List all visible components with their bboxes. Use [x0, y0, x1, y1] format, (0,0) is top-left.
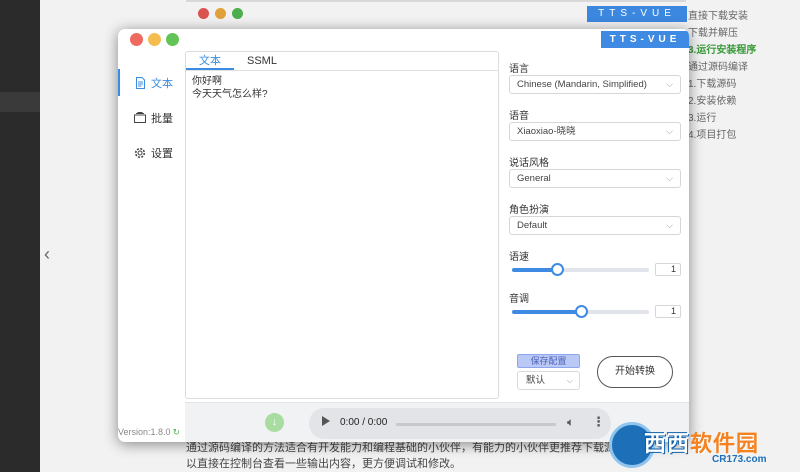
close-window-button[interactable]: [130, 33, 143, 46]
chevron-down-icon: ⌵: [666, 173, 673, 183]
background-step[interactable]: 4.项目打包: [688, 127, 798, 144]
settings-panel: 语言 Chinese (Mandarin, Simplified) ⌵ 语音 Xi…: [500, 51, 689, 399]
background-step[interactable]: 1.下载源码: [688, 76, 798, 93]
download-button[interactable]: ↓: [265, 413, 284, 432]
download-icon: ↓: [271, 416, 278, 428]
playback-time: 0:00 / 0:00: [340, 417, 388, 428]
text-editor: 文本 SSML 你好啊 今天天气怎么样?: [185, 51, 499, 399]
background-footer-text: 通过源码编译的方法适合有开发能力和编程基础的小伙伴，有能力的小伙伴更推荐下载源码…: [186, 440, 666, 472]
sidebar-item-text[interactable]: 文本: [118, 65, 184, 100]
sidebar: 文本 批量 设置 Version:1.8.0 ↻: [118, 51, 184, 442]
language-label: 语言: [509, 64, 529, 75]
pitch-slider-fill: [512, 310, 581, 314]
role-label: 角色扮演: [509, 205, 549, 216]
preset-select[interactable]: 默认 ⌵: [517, 371, 580, 390]
rate-input[interactable]: 1: [655, 263, 681, 276]
title-bar: TTS-VUE: [118, 29, 689, 51]
pitch-slider-thumb[interactable]: [574, 305, 588, 318]
batch-icon: [134, 112, 146, 124]
document-icon: [134, 76, 146, 89]
editor-tabs: 文本 SSML: [186, 52, 498, 71]
voice-select[interactable]: Xiaoxiao-晓晓 ⌵: [509, 122, 681, 141]
background-step[interactable]: 3.运行: [688, 110, 798, 127]
rate-slider-thumb[interactable]: [551, 263, 565, 276]
app-window: TTS-VUE 文本 批量 设置 Version:1.8.0 ↻ 文本 SSML…: [118, 29, 689, 442]
background-traffic-lights: [198, 8, 243, 19]
tab-ssml[interactable]: SSML: [234, 52, 290, 70]
chevron-down-icon: ⌵: [666, 126, 673, 136]
seek-bar[interactable]: [396, 423, 556, 426]
background-step[interactable]: 直接下载安装: [688, 8, 798, 25]
sidebar-item-label: 批量: [151, 112, 173, 125]
pitch-label: 音调: [509, 294, 529, 305]
rate-label: 语速: [509, 252, 529, 263]
role-select[interactable]: Default ⌵: [509, 216, 681, 235]
play-button[interactable]: [322, 416, 330, 426]
background-banner: TTS-VUE: [587, 6, 687, 22]
sidebar-item-batch[interactable]: 批量: [118, 100, 184, 135]
tab-text[interactable]: 文本: [186, 52, 234, 70]
background-footer-line: 以直接在控制台查看一些输出内容，更方便调试和修改。: [186, 458, 461, 470]
volume-icon[interactable]: 🔈︎: [567, 415, 574, 430]
refresh-icon[interactable]: ↻: [173, 427, 181, 437]
language-select[interactable]: Chinese (Mandarin, Simplified) ⌵: [509, 75, 681, 94]
maximize-window-button[interactable]: [166, 33, 179, 46]
sidebar-item-label: 设置: [151, 147, 173, 160]
text-line: 今天天气怎么样?: [192, 89, 268, 100]
background-step[interactable]: 2.安装依赖: [688, 93, 798, 110]
sidebar-item-settings[interactable]: 设置: [118, 135, 184, 170]
text-input-area[interactable]: 你好啊 今天天气怎么样?: [186, 71, 498, 105]
background-steps-list: 直接下载安装 下载并解压 3.运行安装程序 通过源码编译 1.下载源码 2.安装…: [688, 8, 798, 144]
chevron-down-icon: ⌵: [666, 79, 673, 89]
background-divider: [186, 0, 686, 2]
app-brand-label: TTS-VUE: [601, 31, 689, 48]
background-footer-line: 通过源码编译的方法适合有开发能力和编程基础的小伙伴，有能力的小伙伴更推荐下载源码: [186, 442, 626, 454]
pitch-slider[interactable]: [512, 305, 649, 319]
chevron-left-icon: ‹: [44, 244, 50, 264]
chevron-down-icon: ⌵: [666, 220, 673, 230]
site-watermark: 西西软件园 CR173.com: [604, 418, 800, 472]
background-step[interactable]: 通过源码编译: [688, 59, 798, 76]
sidebar-item-label: 文本: [151, 77, 173, 90]
gear-icon: [134, 147, 146, 159]
background-step[interactable]: 3.运行安装程序: [688, 42, 798, 59]
audio-player: 0:00 / 0:00 🔈︎ ⋮: [309, 408, 611, 439]
background-left-panel: [0, 0, 40, 472]
text-line: 你好啊: [192, 76, 222, 87]
start-convert-button[interactable]: 开始转换: [597, 356, 673, 388]
rate-slider[interactable]: [512, 263, 649, 277]
style-label: 说话风格: [509, 158, 549, 169]
background-step[interactable]: 下载并解压: [688, 25, 798, 42]
minimize-window-button[interactable]: [148, 33, 161, 46]
chevron-down-icon: ⌵: [566, 376, 573, 385]
watermark-url: CR173.com: [712, 454, 767, 465]
pitch-input[interactable]: 1: [655, 305, 681, 318]
version-label: Version:1.8.0 ↻: [118, 427, 181, 437]
voice-label: 语音: [509, 111, 529, 122]
save-config-button[interactable]: 保存配置: [517, 354, 580, 368]
style-select[interactable]: General ⌵: [509, 169, 681, 188]
